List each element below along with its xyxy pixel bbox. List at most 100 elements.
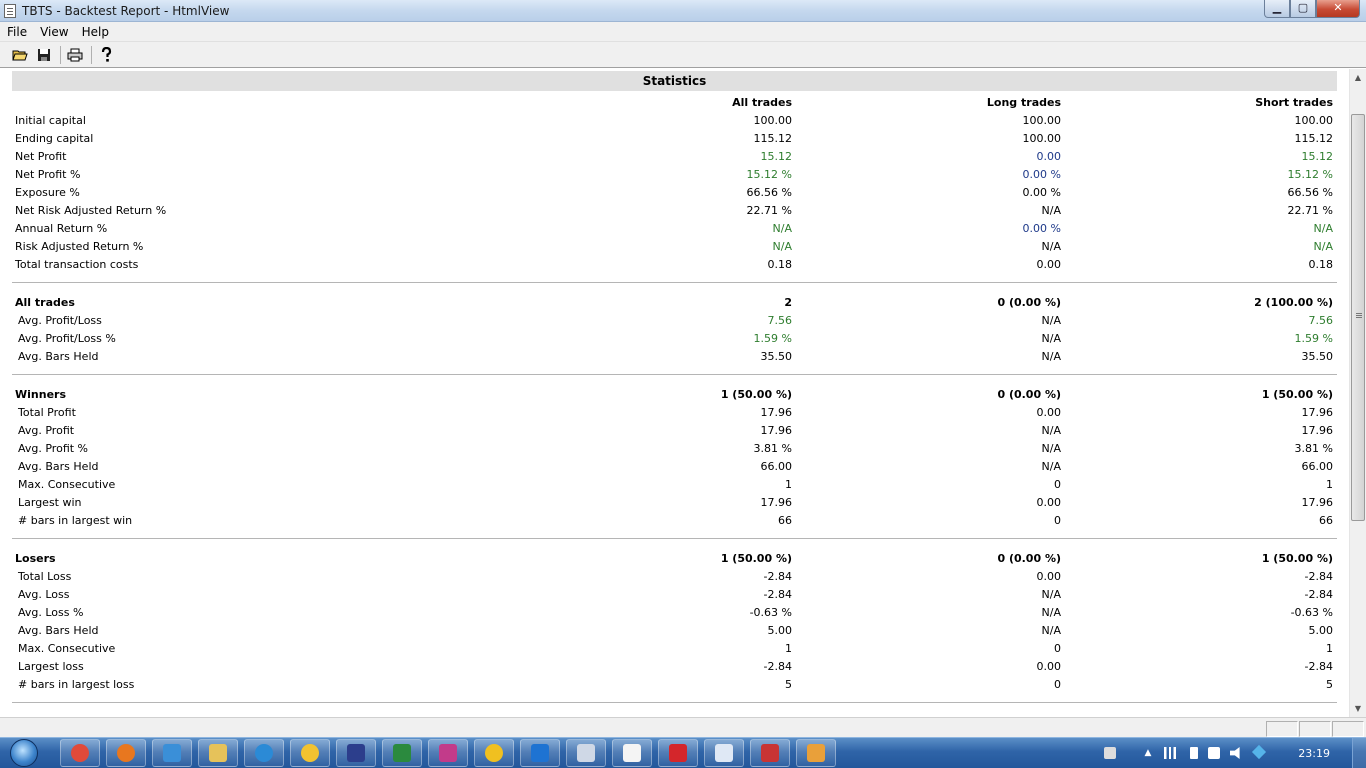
taskbar-button[interactable]: [106, 739, 146, 767]
taskbar-button[interactable]: [336, 739, 376, 767]
scrollbar-thumb[interactable]: [1351, 114, 1365, 521]
table-row: Net Risk Adjusted Return % 22.71 % N/A 22.7…: [12, 202, 1337, 220]
taskbar-button[interactable]: [60, 739, 100, 767]
table-row: Avg. Bars Held 35.50 N/A 35.50: [12, 348, 1337, 366]
all-trades-value: All trades: [732, 96, 792, 109]
table-row: Avg. Bars Held 5.00 N/A 5.00: [12, 622, 1337, 640]
all-trades-value: -2.84: [763, 588, 792, 601]
scroll-down-icon[interactable]: ▼: [1350, 700, 1366, 717]
status-pane: [1299, 721, 1331, 737]
all-trades-value: 100.00: [753, 114, 793, 127]
pdf-icon: [669, 744, 687, 762]
night-app-icon: [347, 744, 365, 762]
taskbar-button[interactable]: [290, 739, 330, 767]
taskbar-button[interactable]: [382, 739, 422, 767]
volume-icon[interactable]: [1230, 747, 1240, 759]
menu-view[interactable]: View: [33, 22, 74, 41]
table-row: Avg. Profit 17.96 N/A 17.96: [12, 422, 1337, 440]
menu-file[interactable]: File: [0, 22, 33, 41]
taskbar-button[interactable]: [658, 739, 698, 767]
maximize-button[interactable]: ▢: [1290, 0, 1316, 18]
notepad-icon: [577, 744, 595, 762]
save-button[interactable]: [34, 45, 54, 65]
taskbar-button[interactable]: [198, 739, 238, 767]
row-label: Losers: [15, 552, 56, 565]
help-button[interactable]: [96, 45, 116, 65]
all-trades-value: 17.96: [760, 406, 793, 419]
section-header-row: Losers 1 (50.00 %) 0 (0.00 %) 1 (50.00 %): [12, 550, 1337, 568]
table-row: Net Profit % 15.12 % 0.00 % 15.12 %: [12, 166, 1337, 184]
show-desktop-button[interactable]: [1352, 738, 1366, 768]
table-row: # bars in largest loss 5 0 5: [12, 676, 1337, 694]
long-trades-value: 0: [1054, 642, 1061, 655]
all-trades-value: -2.84: [763, 570, 792, 583]
action-center-icon[interactable]: [1104, 747, 1116, 759]
long-trades-value: 0: [1054, 478, 1061, 491]
short-trades-value: 17.96: [1301, 424, 1334, 437]
row-label: Avg. Profit: [18, 424, 75, 437]
short-trades-value: 15.12 %: [1287, 168, 1333, 181]
taskbar-button[interactable]: [796, 739, 836, 767]
short-trades-value: 1 (50.00 %): [1261, 552, 1333, 565]
report-view: Statistics All trades Long trades Short tr…: [0, 69, 1349, 717]
open-folder-icon: [12, 50, 28, 60]
close-button[interactable]: ✕: [1316, 0, 1360, 18]
table-row: Largest win 17.96 0.00 17.96: [12, 494, 1337, 512]
all-trades-value: -0.63 %: [749, 606, 792, 619]
print-icon: [67, 48, 83, 61]
short-trades-value: 17.96: [1301, 496, 1334, 509]
taskbar-button[interactable]: [428, 739, 468, 767]
taskbar-button[interactable]: [474, 739, 514, 767]
minimize-button[interactable]: ▁: [1264, 0, 1290, 18]
taskbar-button[interactable]: [152, 739, 192, 767]
dropbox-icon[interactable]: [1251, 744, 1267, 760]
help-icon: [101, 46, 112, 62]
short-trades-value: 17.96: [1301, 406, 1334, 419]
signal-icon[interactable]: [1164, 747, 1176, 759]
battery-icon[interactable]: [1190, 747, 1198, 759]
vertical-scrollbar[interactable]: ▲ ▼: [1349, 69, 1366, 717]
taskbar-button[interactable]: [520, 739, 560, 767]
short-trades-value: 2 (100.00 %): [1254, 296, 1333, 309]
chart-app-icon: [761, 744, 779, 762]
table-row: Total Loss -2.84 0.00 -2.84: [12, 568, 1337, 586]
short-trades-value: 66.56 %: [1287, 186, 1333, 199]
all-trades-value: 66.00: [760, 460, 793, 473]
open-button[interactable]: [10, 45, 30, 65]
row-label: Ending capital: [15, 132, 94, 145]
taskbar-button[interactable]: [612, 739, 652, 767]
system-tray: ▲ 23:19: [1096, 738, 1366, 768]
row-label: Avg. Bars Held: [18, 460, 99, 473]
title-bar: TBTS - Backtest Report - HtmlView ▁ ▢ ✕: [0, 0, 1366, 22]
statistics-title: Statistics: [12, 71, 1337, 91]
taskbar-button[interactable]: [244, 739, 284, 767]
all-trades-value: N/A: [772, 240, 792, 253]
all-trades-value: 1.59 %: [753, 332, 792, 345]
row-label: Exposure %: [15, 186, 80, 199]
long-trades-value: 0.00: [1036, 406, 1062, 419]
section-divider: [12, 374, 1337, 375]
table-row: Total Profit 17.96 0.00 17.96: [12, 404, 1337, 422]
print-button[interactable]: [65, 45, 85, 65]
long-trades-value: N/A: [1041, 442, 1061, 455]
status-bar: [0, 717, 1366, 737]
taskbar-button[interactable]: [566, 739, 606, 767]
taskbar-button[interactable]: [750, 739, 790, 767]
table-row: Largest loss -2.84 0.00 -2.84: [12, 658, 1337, 676]
menu-help[interactable]: Help: [75, 22, 115, 41]
table-row: # bars in largest win 66 0 66: [12, 512, 1337, 530]
row-label: Net Risk Adjusted Return %: [15, 204, 167, 217]
clock[interactable]: 23:19: [1298, 747, 1330, 760]
app-icon[interactable]: [4, 4, 16, 18]
toolbar: [0, 42, 1366, 68]
table-row: Ending capital 115.12 100.00 115.12: [12, 130, 1337, 148]
long-trades-value: N/A: [1041, 332, 1061, 345]
windows-logo-icon: [10, 739, 38, 767]
long-trades-value: N/A: [1041, 460, 1061, 473]
scroll-up-icon[interactable]: ▲: [1350, 69, 1366, 86]
usb-icon[interactable]: [1208, 747, 1220, 759]
show-hidden-icons-icon[interactable]: ▲: [1142, 747, 1154, 759]
taskbar-button[interactable]: [704, 739, 744, 767]
start-button[interactable]: [4, 738, 44, 768]
section-divider: [12, 282, 1337, 283]
